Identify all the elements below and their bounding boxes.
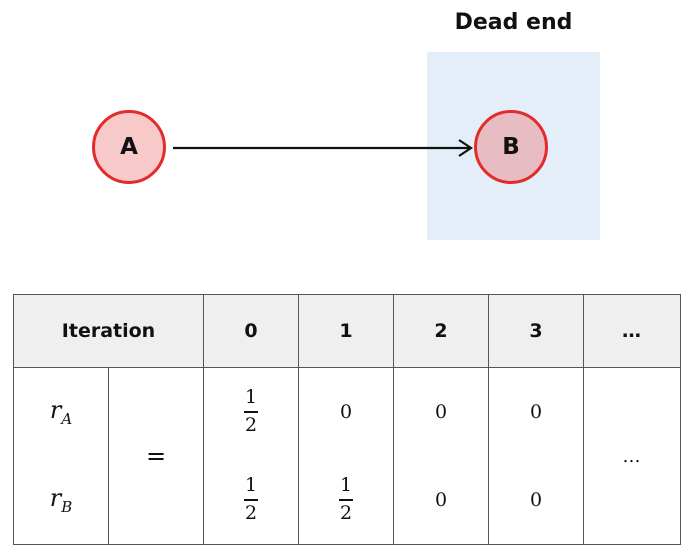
header-col-ellipsis: … xyxy=(583,294,681,368)
header-iteration: Iteration xyxy=(13,294,204,368)
cell-ra-2: 0 xyxy=(393,367,489,456)
cell-rb-0: 12 xyxy=(203,456,299,545)
node-b: B xyxy=(474,110,548,184)
cell-ra-1: 0 xyxy=(298,367,394,456)
header-col-2: 2 xyxy=(393,294,489,368)
cell-ra-3: 0 xyxy=(488,367,584,456)
cell-ra-0: 12 xyxy=(203,367,299,456)
cell-ellipsis: … xyxy=(583,367,681,545)
header-col-1: 1 xyxy=(298,294,394,368)
equals-sign: = xyxy=(108,367,204,545)
iteration-table: Iteration 0 1 2 3 … rA = 12 0 0 0 … rB 1… xyxy=(13,294,681,545)
header-col-0: 0 xyxy=(203,294,299,368)
table-row-ra: rA = 12 0 0 0 … xyxy=(13,367,681,545)
var-ra: rA xyxy=(13,367,109,456)
cell-rb-2: 0 xyxy=(393,456,489,545)
node-b-label: B xyxy=(502,134,520,160)
graph-diagram: Dead end A B xyxy=(0,0,693,255)
cell-rb-1: 12 xyxy=(298,456,394,545)
var-rb: rB xyxy=(13,456,109,545)
node-a: A xyxy=(92,110,166,184)
cell-rb-3: 0 xyxy=(488,456,584,545)
header-col-3: 3 xyxy=(488,294,584,368)
node-a-label: A xyxy=(120,134,138,160)
table-header-row: Iteration 0 1 2 3 … xyxy=(13,294,681,368)
